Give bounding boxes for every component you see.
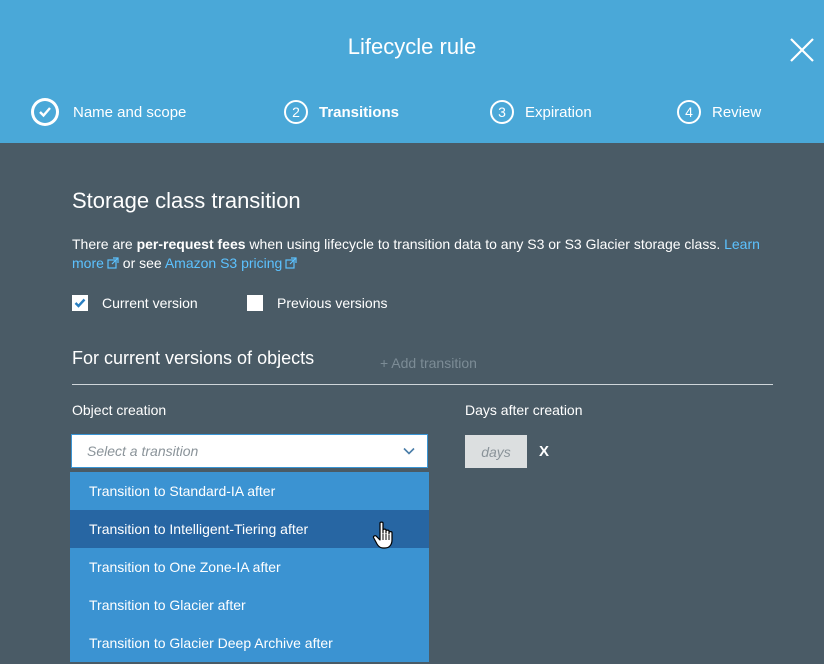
checkbox-checked-icon[interactable] [72, 295, 88, 311]
pricing-link[interactable]: Amazon S3 pricing [165, 255, 283, 271]
dropdown-option[interactable]: Transition to Glacier after [70, 586, 429, 624]
checkbox-label: Current version [102, 295, 198, 311]
dropdown-option[interactable]: Transition to Glacier Deep Archive after [70, 624, 429, 662]
section-title: Storage class transition [72, 188, 301, 213]
hand-pointer-icon [372, 521, 396, 556]
chevron-down-icon [403, 442, 415, 460]
step-review[interactable]: 4 Review [677, 94, 761, 130]
dropdown-option[interactable]: Transition to Standard-IA after [70, 472, 429, 510]
step-label: Transitions [319, 103, 400, 121]
external-link-icon [285, 255, 297, 274]
external-link-icon [107, 255, 119, 274]
checkbox-unchecked-icon[interactable] [247, 295, 263, 311]
days-placeholder: days [481, 443, 511, 460]
checkbox-label: Previous versions [277, 295, 388, 311]
desc-text: or see [118, 255, 165, 271]
remove-transition-button[interactable]: X [539, 443, 549, 460]
step-number: 4 [677, 100, 701, 124]
current-version-checkbox[interactable]: Current version [72, 294, 198, 312]
step-number: 3 [490, 100, 514, 124]
transition-select[interactable]: Select a transition [71, 434, 428, 468]
step-transitions[interactable]: 2 Transitions [284, 94, 399, 130]
days-input[interactable]: days [465, 435, 527, 468]
add-transition-button[interactable]: + Add transition [380, 355, 477, 371]
wizard-steps: Name and scope 2 Transitions 3 Expiratio… [0, 94, 824, 130]
description: There are per-request fees when using li… [72, 235, 792, 274]
modal-title: Lifecycle rule [347, 34, 477, 59]
desc-text: when using lifecycle to transition data … [245, 236, 725, 252]
days-after-creation-label: Days after creation [465, 402, 583, 418]
desc-text: There are [72, 236, 137, 252]
step-expiration[interactable]: 3 Expiration [490, 94, 592, 130]
divider [72, 384, 773, 385]
step-number: 2 [284, 100, 308, 124]
object-creation-label: Object creation [72, 402, 167, 418]
previous-versions-checkbox[interactable]: Previous versions [247, 294, 388, 312]
desc-bold: per-request fees [136, 236, 246, 252]
modal-header: Lifecycle rule Name and scope 2 Transiti… [0, 0, 824, 143]
step-label: Name and scope [73, 103, 187, 121]
transition-dropdown: Transition to Standard-IA after Transiti… [70, 472, 429, 662]
check-circle-icon [31, 98, 59, 126]
close-icon[interactable] [784, 32, 818, 66]
select-placeholder: Select a transition [87, 443, 199, 459]
step-name-and-scope[interactable]: Name and scope [31, 94, 186, 130]
step-label: Expiration [525, 103, 592, 121]
step-label: Review [712, 103, 762, 121]
subsection-title: For current versions of objects [72, 348, 315, 368]
